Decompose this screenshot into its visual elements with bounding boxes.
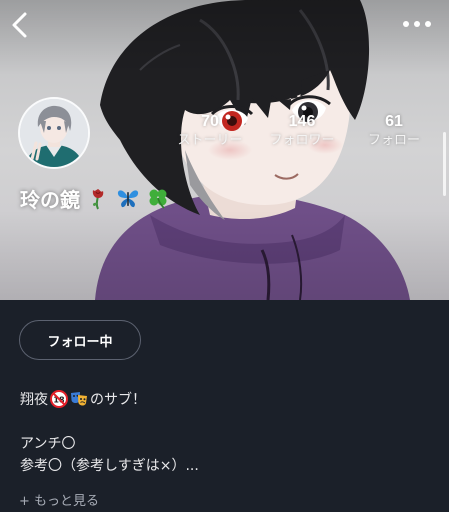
avatar[interactable]	[18, 97, 90, 169]
more-options-button[interactable]	[399, 14, 435, 34]
stat-followers[interactable]: 146 フォロワー	[257, 112, 347, 150]
back-button[interactable]	[6, 10, 34, 40]
more-horizontal-icon	[403, 21, 431, 27]
bio-line-3: 参考〇（参考しすぎは×）...	[20, 458, 199, 474]
scroll-indicator[interactable]	[443, 132, 446, 196]
bio-line-2: アンチ〇	[20, 436, 76, 452]
stat-following[interactable]: 61 フォロー	[349, 112, 439, 150]
stat-followers-label: フォロワー	[269, 133, 335, 148]
bio-line-1: 翔夜 18 のサブ！	[20, 388, 430, 410]
profile-stats: 70 ストーリー 146 フォロワー 61 フォロー	[165, 112, 435, 162]
bio: 翔夜 18 のサブ！ アンチ〇 参考〇（参考しすぎは×）...	[20, 388, 430, 476]
profile-screen: 70 ストーリー 146 フォロワー 61 フォロー 玲の鏡 フォロー中 翔夜 …	[0, 0, 449, 512]
bio-line-1-suffix: のサブ！	[90, 392, 146, 408]
username-row: 玲の鏡	[20, 183, 170, 213]
bio-line-1-prefix: 翔夜	[20, 392, 48, 408]
username: 玲の鏡	[20, 187, 80, 212]
performing-arts-icon	[71, 392, 87, 406]
stat-following-label: フォロー	[367, 133, 420, 148]
avatar-illustration	[20, 99, 88, 167]
show-more-link[interactable]: + もっと見る	[19, 490, 99, 509]
chevron-left-icon	[12, 12, 27, 38]
no-under-18-icon: 18	[50, 390, 68, 408]
following-button[interactable]: フォロー中	[19, 320, 141, 360]
wilted-rose-icon	[92, 189, 104, 210]
stat-followers-value: 146	[288, 113, 316, 130]
stat-following-value: 61	[385, 113, 403, 130]
stat-stories-value: 70	[201, 113, 219, 130]
stat-stories-label: ストーリー	[177, 133, 243, 148]
butterfly-icon	[117, 190, 139, 208]
four-leaf-clover-icon	[149, 189, 167, 209]
stat-stories[interactable]: 70 ストーリー	[165, 112, 255, 150]
bio-spacer	[20, 410, 430, 432]
